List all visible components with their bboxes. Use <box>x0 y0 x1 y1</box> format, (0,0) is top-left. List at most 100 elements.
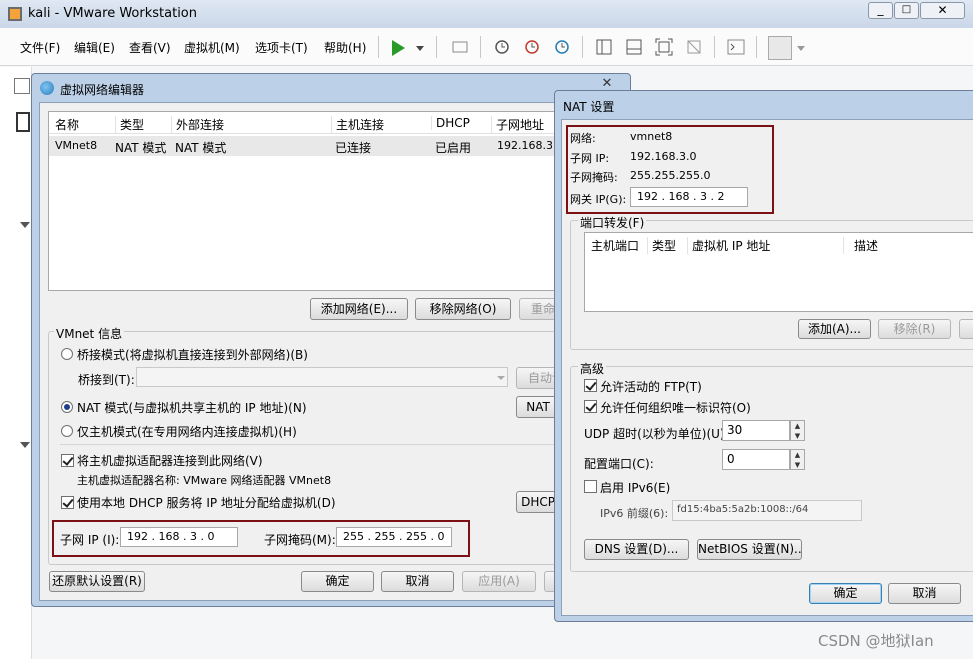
home-tab-icon[interactable] <box>14 78 30 94</box>
highlight-box <box>566 125 774 214</box>
window-title: kali - VMware Workstation <box>28 6 197 21</box>
add-network-button[interactable]: 添加网络(E)... <box>310 298 408 320</box>
col-subnet[interactable]: 子网地址 <box>491 116 544 133</box>
port-forwarding-label: 端口转发(F) <box>578 214 647 231</box>
stretch-icon[interactable] <box>768 36 792 60</box>
tree-expander-icon[interactable] <box>20 222 30 228</box>
dialog-body: 网络: vmnet8 子网 IP: 192.168.3.0 子网掩码: 255.… <box>561 119 973 616</box>
host-only-radio[interactable] <box>61 425 73 437</box>
menu-vm[interactable]: 虚拟机(M) <box>184 39 240 56</box>
toolbar-separator <box>582 36 583 58</box>
toolbar-separator <box>714 36 715 58</box>
ok-button[interactable]: 确定 <box>809 583 882 604</box>
network-list[interactable]: 名称 类型 外部连接 主机连接 DHCP 子网地址 VMnet8 NAT 模式 … <box>48 111 618 291</box>
cell: NAT 模式 <box>175 141 227 155</box>
config-port-input[interactable]: 0 <box>722 449 790 470</box>
advanced-label: 高级 <box>578 360 607 377</box>
fullscreen-icon[interactable] <box>654 37 674 57</box>
bridged-to-label: 桥接到(T): <box>78 373 135 387</box>
console-view-icon[interactable] <box>624 37 644 57</box>
col-description[interactable]: 描述 <box>843 237 878 254</box>
allow-uuid-checkbox[interactable] <box>584 400 597 413</box>
toolbar-separator <box>378 36 379 58</box>
snapshot-manager-icon[interactable] <box>552 37 572 57</box>
bridge-mode-label[interactable]: 桥接模式(将虚拟机直接连接到外部网络)(B) <box>77 346 308 363</box>
menu-edit[interactable]: 编辑(E) <box>74 39 115 56</box>
terminal-icon[interactable] <box>726 37 746 57</box>
host-only-label[interactable]: 仅主机模式(在专用网络内连接虚拟机)(H) <box>77 423 297 440</box>
chevron-down-icon[interactable] <box>416 46 424 51</box>
col-dhcp[interactable]: DHCP <box>431 116 470 130</box>
menu-help[interactable]: 帮助(H) <box>324 39 366 56</box>
udp-timeout-label: UDP 超时(以秒为单位)(U): <box>584 427 729 441</box>
bridge-mode-radio[interactable] <box>61 348 73 360</box>
col-external[interactable]: 外部连接 <box>171 116 224 133</box>
config-port-spinner[interactable]: ▲ ▼ <box>790 449 805 470</box>
cell: 已连接 <box>335 141 372 155</box>
highlight-box <box>52 520 470 557</box>
ipv6-prefix-label: IPv6 前缀(6): <box>600 507 669 520</box>
ipv6-prefix-input[interactable]: fd15:4ba5:5a2b:1008::/64 <box>672 500 862 521</box>
snapshot-icon[interactable] <box>492 37 512 57</box>
allow-ftp-label[interactable]: 允许活动的 FTP(T) <box>600 378 702 395</box>
cancel-button[interactable]: 取消 <box>381 571 454 592</box>
netbios-settings-button[interactable]: NetBIOS 设置(N)... <box>697 539 802 560</box>
tree-expander-icon[interactable] <box>20 442 30 448</box>
col-type[interactable]: 类型 <box>115 116 144 133</box>
library-icon[interactable] <box>16 112 30 132</box>
divider <box>60 444 600 445</box>
use-dhcp-checkbox[interactable] <box>61 496 74 509</box>
close-button[interactable]: ✕ <box>920 2 965 19</box>
enable-ipv6-label[interactable]: 启用 IPv6(E) <box>600 479 670 496</box>
connect-adapter-label[interactable]: 将主机虚拟适配器连接到此网络(V) <box>77 452 263 469</box>
unity-icon[interactable] <box>684 37 704 57</box>
udp-timeout-spinner[interactable]: ▲ ▼ <box>790 420 805 441</box>
toolbar-separator <box>436 36 437 58</box>
table-row[interactable]: VMnet8 NAT 模式 NAT 模式 已连接 已启用 192.168.3.0 <box>49 136 617 156</box>
dialog-title: NAT 设置 <box>563 100 615 114</box>
title-bar: kali - VMware Workstation _ □ ✕ <box>0 0 973 28</box>
cancel-button[interactable]: 取消 <box>888 583 961 604</box>
menu-view[interactable]: 查看(V) <box>129 39 171 56</box>
maximize-button[interactable]: □ <box>894 2 919 19</box>
toolbar-separator <box>480 36 481 58</box>
virtual-network-editor: 虚拟网络编辑器 ✕ 名称 类型 外部连接 主机连接 DHCP 子网地址 VMne… <box>31 73 631 607</box>
col-host[interactable]: 主机连接 <box>331 116 384 133</box>
chevron-down-icon[interactable] <box>797 46 805 51</box>
col-host-port[interactable]: 主机端口 <box>591 237 639 254</box>
minimize-button[interactable]: _ <box>868 2 893 19</box>
revert-snapshot-icon[interactable] <box>522 37 542 57</box>
ok-button[interactable]: 确定 <box>301 571 374 592</box>
connect-adapter-checkbox[interactable] <box>61 454 74 467</box>
use-dhcp-label[interactable]: 使用本地 DHCP 服务将 IP 地址分配给虚拟机(D) <box>77 494 336 511</box>
bridged-to-select[interactable] <box>136 367 508 387</box>
nat-settings-dialog: NAT 设置 网络: vmnet8 子网 IP: 192.168.3.0 子网掩… <box>554 90 973 622</box>
chevron-down-icon[interactable] <box>497 376 505 380</box>
power-on-icon[interactable] <box>392 40 405 56</box>
dialog-body: 名称 类型 外部连接 主机连接 DHCP 子网地址 VMnet8 NAT 模式 … <box>39 102 625 601</box>
nat-mode-label[interactable]: NAT 模式(与虚拟机共享主机的 IP 地址)(N) <box>77 399 307 416</box>
col-type[interactable]: 类型 <box>647 237 676 254</box>
sidebar-toggle-icon[interactable] <box>594 37 614 57</box>
port-forwarding-list[interactable]: 主机端口 类型 虚拟机 IP 地址 描述 <box>584 232 973 312</box>
allow-ftp-checkbox[interactable] <box>584 379 597 392</box>
remove-port-button[interactable]: 移除(R) <box>878 319 951 339</box>
nat-mode-radio[interactable] <box>61 401 73 413</box>
remove-network-button[interactable]: 移除网络(O) <box>415 298 511 320</box>
adapter-name-text: 主机虚拟适配器名称: VMware 网络适配器 VMnet8 <box>77 474 332 487</box>
menu-file[interactable]: 文件(F) <box>20 39 60 56</box>
dns-settings-button[interactable]: DNS 设置(D)... <box>584 539 689 560</box>
apply-button[interactable]: 应用(A) <box>462 571 536 592</box>
dialog-title: 虚拟网络编辑器 <box>60 83 145 97</box>
col-vm-ip[interactable]: 虚拟机 IP 地址 <box>687 237 770 254</box>
edit-port-button[interactable] <box>959 319 973 339</box>
allow-uuid-label[interactable]: 允许任何组织唯一标识符(O) <box>600 399 751 416</box>
udp-timeout-input[interactable]: 30 <box>722 420 790 441</box>
enable-ipv6-checkbox[interactable] <box>584 480 597 493</box>
menu-tabs[interactable]: 选项卡(T) <box>255 39 308 56</box>
col-name[interactable]: 名称 <box>55 116 79 133</box>
send-keys-icon[interactable] <box>450 37 470 57</box>
add-port-button[interactable]: 添加(A)... <box>798 319 871 339</box>
cell: 已启用 <box>435 141 472 155</box>
restore-defaults-button[interactable]: 还原默认设置(R) <box>49 571 145 592</box>
